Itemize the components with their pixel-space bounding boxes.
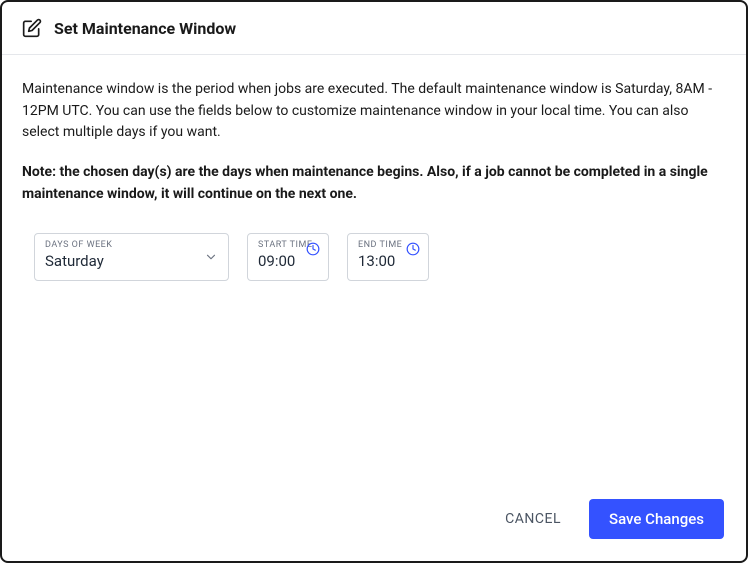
chevron-down-icon	[204, 250, 218, 264]
description-text: Maintenance window is the period when jo…	[22, 79, 726, 144]
maintenance-window-modal: Set Maintenance Window Maintenance windo…	[0, 0, 748, 563]
end-time-input[interactable]: END TIME 13:00	[347, 233, 429, 281]
clock-icon	[406, 242, 420, 256]
cancel-button[interactable]: CANCEL	[497, 501, 569, 537]
note-text: Note: the chosen day(s) are the days whe…	[22, 162, 726, 205]
days-label: DAYS OF WEEK	[45, 240, 218, 250]
modal-footer: CANCEL Save Changes	[2, 483, 746, 561]
save-button[interactable]: Save Changes	[589, 499, 724, 539]
modal-body: Maintenance window is the period when jo…	[2, 55, 746, 483]
start-time-input[interactable]: START TIME 09:00	[247, 233, 329, 281]
days-value: Saturday	[45, 252, 218, 272]
fields-row: DAYS OF WEEK Saturday START TIME 09:00	[22, 233, 726, 281]
clock-icon	[306, 242, 320, 256]
edit-icon	[22, 18, 42, 38]
days-of-week-select[interactable]: DAYS OF WEEK Saturday	[34, 233, 229, 281]
modal-title: Set Maintenance Window	[54, 19, 236, 38]
modal-header: Set Maintenance Window	[2, 2, 746, 55]
